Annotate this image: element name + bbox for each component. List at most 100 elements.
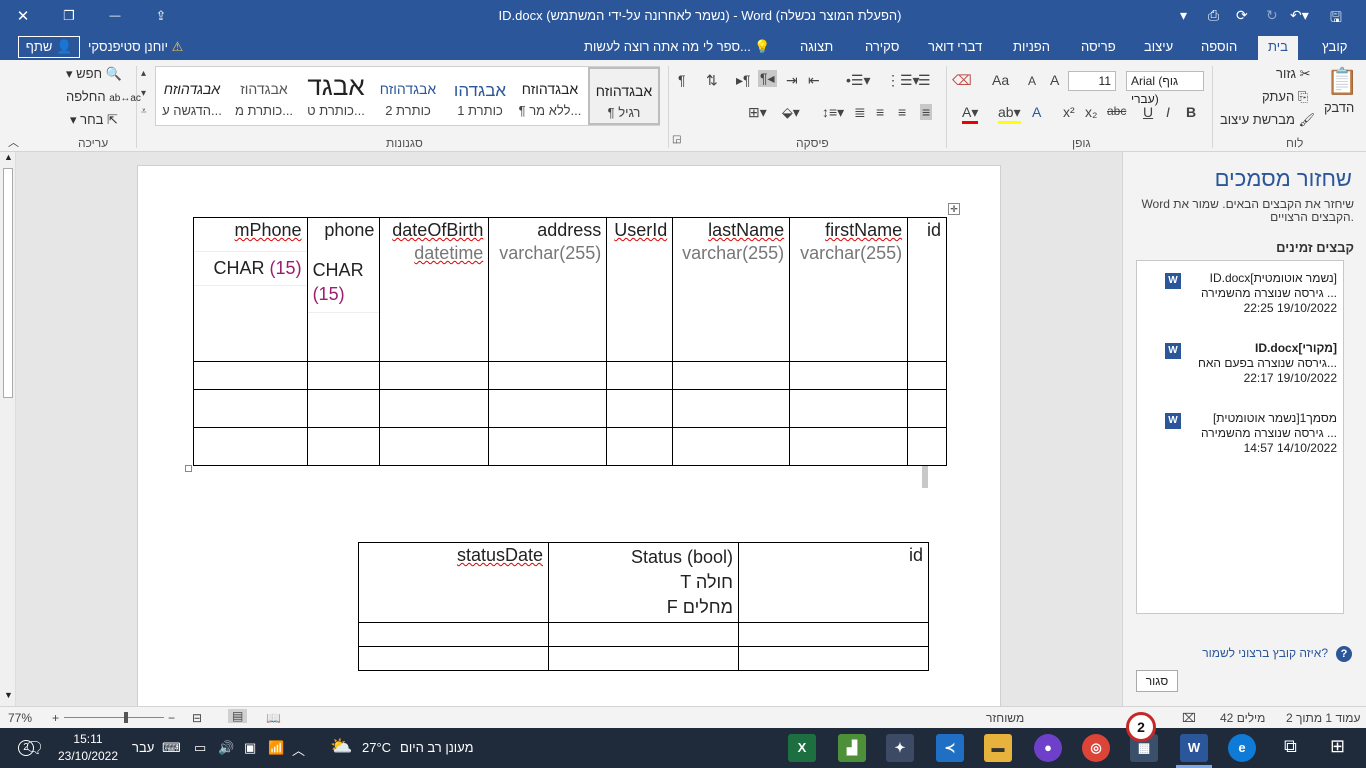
table-row[interactable] xyxy=(193,361,947,390)
print-preview-icon[interactable]: ⎙ xyxy=(1208,7,1219,24)
subscript-icon[interactable]: x₂ xyxy=(1085,104,1097,120)
copy-button[interactable]: העתק ⎘ xyxy=(1262,89,1308,105)
bold-icon[interactable]: B xyxy=(1186,104,1196,120)
notification-badge[interactable]: 2 xyxy=(1126,712,1156,742)
bullets-icon[interactable]: •☰▾ xyxy=(846,72,870,89)
increase-indent-icon[interactable]: ⇥ xyxy=(786,72,798,89)
dialog-launcher-icon[interactable]: ◲ xyxy=(672,134,681,145)
scroll-down-icon[interactable]: ▼ xyxy=(4,690,13,700)
line-spacing-icon[interactable]: ↕≡▾ xyxy=(822,104,844,121)
keyboard-icon[interactable]: ⌨ xyxy=(162,740,181,756)
document-page[interactable]: ✛ mPhone CHAR (15) phone CHAR (15) dateOf… xyxy=(137,165,1001,710)
list-item[interactable]: W ID.docx[נשמר אוטומטית] גירסה שנוצרה מה… xyxy=(1137,267,1343,327)
font-size-box[interactable]: 11 xyxy=(1068,71,1116,91)
align-center-icon[interactable]: ≡ xyxy=(898,104,906,120)
clock[interactable]: 15:11 23/10/2022 xyxy=(56,731,120,765)
cell-id[interactable]: id xyxy=(907,217,947,362)
strikethrough-icon[interactable]: abc xyxy=(1107,104,1126,118)
share-button[interactable]: שתף 👤 xyxy=(18,36,80,58)
minimize-icon[interactable]: — xyxy=(92,0,138,32)
find-button[interactable]: ▾ חפש 🔍 xyxy=(66,66,122,82)
shading-icon[interactable]: ⬙▾ xyxy=(782,104,800,121)
which-file-link[interactable]: איזה קובץ ברצוני לשמור? xyxy=(1202,646,1328,660)
styles-scroll-down-icon[interactable]: ▾ xyxy=(141,88,146,99)
user-name[interactable]: יוחנן סטיפנסקי ⚠ xyxy=(88,39,183,55)
chrome-icon[interactable]: ◎ xyxy=(1082,734,1110,762)
redo-icon[interactable]: ↻ xyxy=(1266,7,1278,24)
list-item[interactable]: W מסמך1[נשמר אוטומטית] גירסה שנוצרה מהשמ… xyxy=(1137,407,1343,467)
vscode-icon[interactable]: ≺ xyxy=(936,734,964,762)
close-pane-button[interactable]: סגור xyxy=(1136,670,1178,692)
sync-icon[interactable]: ⟳ xyxy=(1236,7,1248,24)
underline-icon[interactable]: U xyxy=(1143,104,1153,120)
network-icon[interactable]: 📶 xyxy=(268,740,284,756)
zoom-in-icon[interactable]: − xyxy=(168,711,175,725)
change-case-icon[interactable]: Aa xyxy=(992,72,1009,88)
justify-icon[interactable]: ≣ xyxy=(854,104,866,121)
style-emphasis[interactable]: אבגדהוזח הדגשה ע... xyxy=(156,67,228,125)
page-count[interactable]: עמוד 1 מתוך 2 xyxy=(1286,711,1360,725)
status-table[interactable]: statusDate Status (bool) T חולה F מחלים … xyxy=(358,542,929,671)
style-normal[interactable]: אבגדהוזח ¶ רגיל xyxy=(588,67,660,125)
read-mode-icon[interactable]: 📖 xyxy=(266,711,281,725)
cell-dateofbirth[interactable]: dateOfBirth datetime xyxy=(379,217,490,362)
styles-more-icon[interactable]: ⩡ xyxy=(141,106,147,117)
paste-button[interactable]: הדבק xyxy=(1324,100,1354,115)
word-count[interactable]: 42 מילים xyxy=(1220,711,1265,725)
cell-status[interactable]: Status (bool) T חולה F מחלים xyxy=(548,542,739,623)
word-taskbar-icon[interactable]: W xyxy=(1180,734,1208,762)
tab-insert[interactable]: הוספה xyxy=(1191,36,1247,60)
zoom-slider[interactable] xyxy=(64,717,164,718)
undo-icon[interactable]: ↶▾ xyxy=(1290,7,1309,24)
weather-icon[interactable]: ⛅ xyxy=(330,736,352,757)
cell-id[interactable]: id xyxy=(738,542,929,623)
scroll-thumb[interactable] xyxy=(3,168,13,398)
table-row[interactable] xyxy=(358,622,929,647)
users-table[interactable]: mPhone CHAR (15) phone CHAR (15) dateOfBi… xyxy=(193,217,947,466)
tab-mailings[interactable]: דברי דואר xyxy=(918,36,992,60)
ltr-icon[interactable]: ▸¶ xyxy=(736,72,751,89)
table-move-handle-icon[interactable]: ✛ xyxy=(948,203,960,215)
customize-qat-icon[interactable]: ▾ xyxy=(1180,7,1187,24)
cell-address[interactable]: address varchar(255) xyxy=(488,217,608,362)
style-subtitle[interactable]: אבגדהוז כותרת מ... xyxy=(228,67,300,125)
table-row[interactable] xyxy=(358,646,929,671)
align-right-icon[interactable]: ≡ xyxy=(920,104,933,120)
cell-lastname[interactable]: lastName varchar(255) xyxy=(672,217,791,362)
tab-home[interactable]: בית xyxy=(1258,36,1298,60)
chart-app-icon[interactable]: ▟ xyxy=(838,734,866,762)
save-icon[interactable]: 🖫 xyxy=(1330,7,1342,31)
language-indicator[interactable]: עבר xyxy=(132,740,154,755)
style-heading-2[interactable]: אבגדהוזח כותרת 2 xyxy=(372,67,444,125)
tab-view[interactable]: תצוגה xyxy=(790,36,843,60)
ribbon-display-icon[interactable]: ⇪ xyxy=(138,0,184,32)
action-center-icon[interactable]: 🗨 xyxy=(24,738,44,758)
table-row[interactable] xyxy=(193,389,947,428)
restore-icon[interactable]: ❐ xyxy=(46,0,92,32)
weather-text[interactable]: מעונן רב היום xyxy=(400,740,474,755)
tab-design[interactable]: עיצוב xyxy=(1134,36,1183,60)
style-no-spacing[interactable]: אבגדהוזח ¶ ללא מר... xyxy=(514,67,586,125)
list-item[interactable]: W ID.docx[מקורי] גירסה שנוצרה בפעם האח..… xyxy=(1137,337,1343,397)
start-icon[interactable]: ⊞ xyxy=(1330,736,1345,757)
close-icon[interactable]: ✕ xyxy=(0,0,46,32)
collapse-ribbon-icon[interactable]: ︿ xyxy=(8,134,19,150)
print-layout-icon[interactable]: ▤ xyxy=(228,709,248,723)
paste-icon[interactable]: 📋 xyxy=(1326,66,1358,97)
github-icon[interactable]: ● xyxy=(1034,734,1062,762)
proofing-icon[interactable]: ⌧ xyxy=(1182,711,1196,725)
sort-icon[interactable]: ⇅ xyxy=(706,72,718,89)
table-resize-handle[interactable] xyxy=(185,465,192,472)
show-marks-icon[interactable]: ¶ xyxy=(678,72,686,88)
multilevel-list-icon[interactable]: ☰ xyxy=(918,72,931,89)
font-name-box[interactable]: Arial (גוף עברי) xyxy=(1126,71,1204,106)
italic-icon[interactable]: I xyxy=(1166,104,1170,120)
tell-me-search[interactable]: ספר לי מה אתה רוצה לעשות... 💡 xyxy=(584,39,771,55)
zoom-slider-thumb[interactable] xyxy=(124,712,128,723)
cell-userid[interactable]: UserId xyxy=(606,217,674,362)
borders-icon[interactable]: ⊞▾ xyxy=(748,104,767,121)
style-heading-1[interactable]: אבגדהו כותרת 1 xyxy=(444,67,516,125)
cell-phone[interactable]: phone CHAR (15) xyxy=(306,217,381,362)
excel-icon[interactable]: X xyxy=(788,734,816,762)
tray-chevron-icon[interactable]: ︿ xyxy=(292,740,305,759)
